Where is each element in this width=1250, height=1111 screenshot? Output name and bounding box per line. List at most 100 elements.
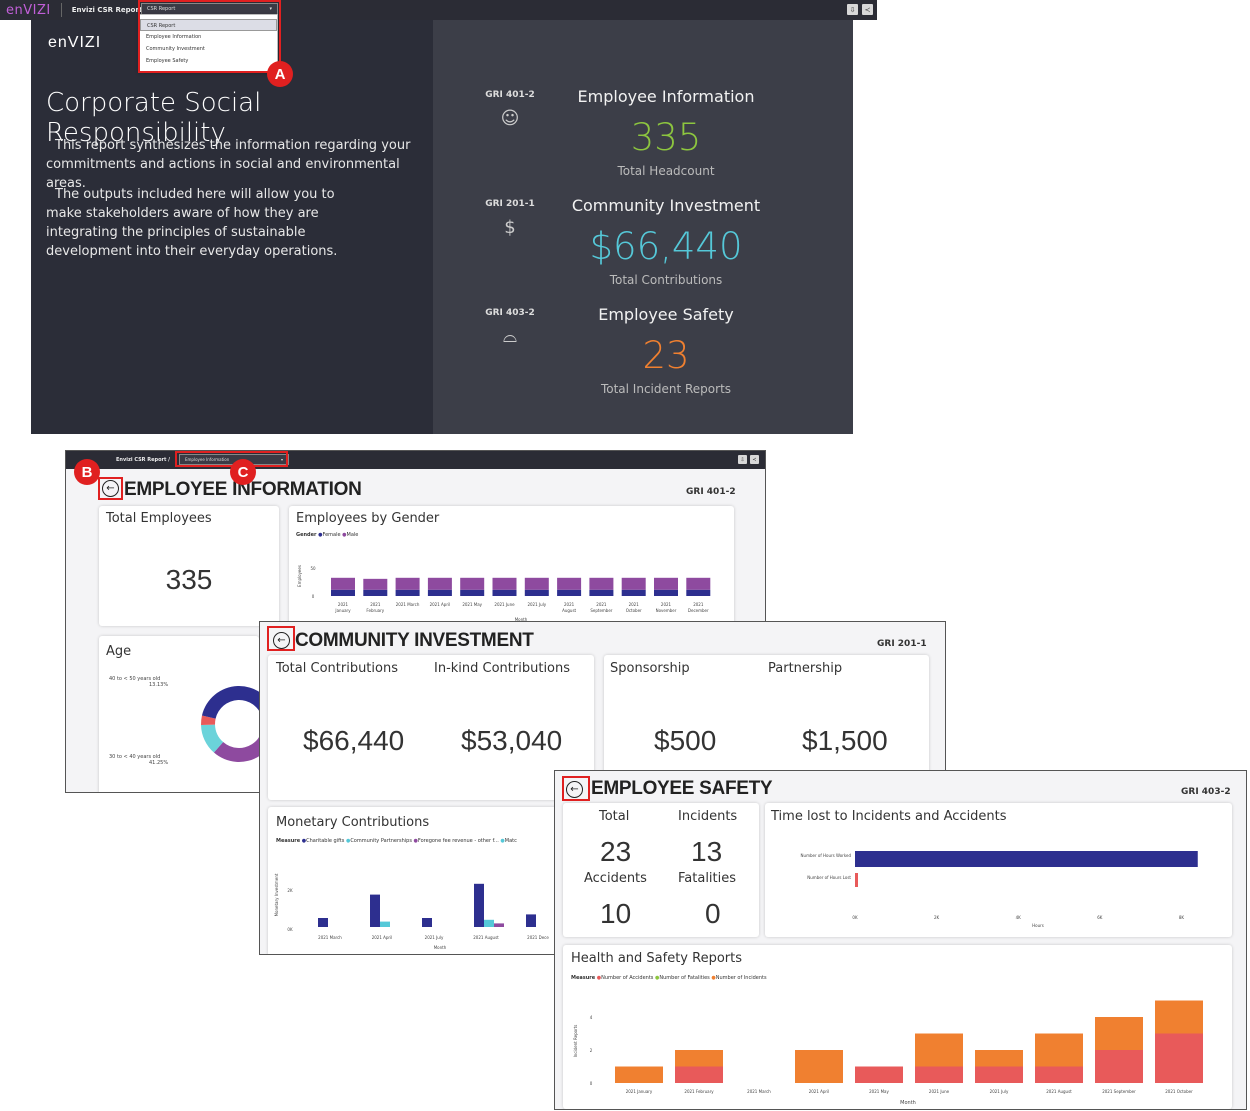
- breadcrumb[interactable]: Envizi CSR Report /: [72, 6, 148, 14]
- x-tick: December: [688, 608, 709, 613]
- mc-chart-svg: 2K 0K Monetary Investment 2021 March 2021 Ap…: [274, 873, 549, 950]
- hs-chart-title: Health and Safety Reports: [571, 951, 742, 966]
- bar-0: [318, 918, 328, 927]
- bar-female: [686, 589, 711, 596]
- total-employees-value: 335: [165, 564, 213, 595]
- bar-0: [422, 918, 432, 927]
- bar-accidents: [1035, 1066, 1083, 1083]
- bar-incidents: [1035, 1033, 1083, 1067]
- bar-1: [484, 919, 494, 927]
- y-tick: Number of Hours Lost: [807, 875, 851, 880]
- legend-title: Measure: [276, 838, 301, 844]
- monetary-contributions-card: Monetary Contributions Measure ●Charitab…: [268, 807, 568, 954]
- y-tick: 4: [590, 1015, 593, 1020]
- age-pct-text: 41.25%: [149, 760, 169, 766]
- badge-c: C: [230, 459, 256, 485]
- x-tick: 8K: [1179, 915, 1185, 920]
- kpi-title: Community Investment: [571, 196, 761, 215]
- mc-legend: Measure ●Charitable gifts ●Community Par…: [276, 838, 517, 844]
- legend-item: Foregone fee revenue - other f...: [417, 838, 499, 844]
- es-section-title: EMPLOYEE SAFETY: [591, 778, 773, 799]
- y-tick: 0: [590, 1081, 593, 1086]
- x-tick: 2021 June: [494, 602, 515, 607]
- emp-breadcrumb[interactable]: Envizi CSR Report /: [116, 457, 170, 463]
- bar-female: [654, 589, 678, 596]
- total-employees-label: Total Employees: [106, 511, 212, 526]
- mc-chart-title: Monetary Contributions: [276, 815, 430, 830]
- x-tick: 2021 March: [318, 935, 342, 940]
- hardhat-icon: ⌓: [502, 326, 518, 347]
- share-icon[interactable]: ≺: [862, 4, 873, 15]
- x-tick: February: [366, 608, 384, 613]
- x-tick: 2021: [338, 602, 349, 607]
- highlight-box-a: [138, 0, 281, 73]
- bar-female: [492, 589, 517, 596]
- divider: [60, 3, 62, 17]
- bar-accidents: [675, 1066, 723, 1083]
- x-tick: 2021: [661, 602, 672, 607]
- kpi-gri-code: GRI 201-1: [485, 199, 535, 209]
- highlight-box-e: [267, 626, 295, 651]
- export-icon[interactable]: ⇩: [847, 4, 858, 15]
- bar-male: [557, 577, 582, 590]
- accidents-label: Accidents: [584, 871, 647, 886]
- kpi-value: 335: [630, 116, 702, 159]
- share-icon[interactable]: ≺: [750, 455, 759, 464]
- x-tick: October: [626, 608, 642, 613]
- inkind-contributions-label: In-kind Contributions: [434, 661, 571, 676]
- bar-incidents: [975, 1050, 1023, 1067]
- gender-chart-title: Employees by Gender: [296, 511, 440, 526]
- legend-item: Charitable gifts: [306, 838, 345, 844]
- highlight-box-d: [562, 776, 590, 801]
- x-axis-label: Month: [900, 1100, 916, 1106]
- kpi-value: $66,440: [589, 225, 743, 268]
- fatalities-label: Fatalities: [678, 871, 737, 886]
- bar-accidents: [855, 1066, 903, 1083]
- bar-accidents: [1155, 1033, 1203, 1083]
- employee-safety-screenshot: ← EMPLOYEE SAFETY GRI 403-2 Total Incide…: [554, 770, 1247, 1110]
- x-tick: 2021 April: [372, 935, 393, 940]
- bar-incidents: [1095, 1017, 1143, 1050]
- envizi-logo: enVIZI: [6, 2, 51, 18]
- sponsorship-value: $500: [654, 725, 717, 756]
- highlight-box-b: [98, 477, 123, 500]
- time-lost-card: Time lost to Incidents and Accidents Num…: [765, 803, 1232, 937]
- x-tick: 2021: [370, 602, 381, 607]
- x-tick: 2021 February: [684, 1089, 714, 1094]
- bar-female: [331, 589, 355, 596]
- x-tick: 2021 June: [929, 1089, 950, 1094]
- bar-female: [524, 589, 549, 596]
- x-tick: November: [656, 608, 677, 613]
- employees-by-gender-card: Employees by Gender Gender ●Female ●Male…: [289, 506, 734, 626]
- gender-chart-svg: 500Employees2021January2021February2021 …: [297, 565, 711, 622]
- x-tick: 2021 January: [626, 1089, 653, 1094]
- x-tick: September: [590, 608, 612, 613]
- y-axis-label: Monetary Investment: [274, 873, 279, 916]
- x-tick: 2021 August: [1046, 1089, 1072, 1094]
- emp-top-bar: Envizi CSR Report /: [66, 451, 765, 469]
- time-lost-title: Time lost to Incidents and Accidents: [771, 809, 1007, 824]
- ci-contributions-card: Total Contributions $66,440 In-kind Cont…: [268, 655, 594, 800]
- hero-right-panel: GRI 401-2 ☺ Employee Information 335 Tot…: [433, 20, 853, 434]
- kpi-title: Employee Information: [577, 87, 755, 106]
- y-tick: 2: [590, 1048, 593, 1053]
- x-tick: 2021 Dece: [527, 935, 549, 940]
- badge-a: A: [267, 61, 293, 87]
- export-icon[interactable]: ⇩: [738, 455, 747, 464]
- bar-0: [526, 914, 536, 927]
- health-safety-card: Health and Safety Reports Measure ●Numbe…: [563, 945, 1232, 1109]
- x-tick: 2021 April: [430, 602, 451, 607]
- bar-female: [557, 589, 582, 596]
- bar-male: [686, 577, 711, 590]
- total-contributions-value: $66,440: [303, 725, 405, 756]
- people-icon: ☺: [500, 108, 520, 129]
- bar-male: [395, 577, 420, 590]
- x-tick: 6K: [1097, 915, 1103, 920]
- y-axis-label: Employees: [297, 565, 302, 587]
- inkind-contributions-value: $53,040: [461, 725, 563, 756]
- bar-female: [621, 589, 646, 596]
- x-axis-label: Month: [434, 945, 447, 950]
- count-10-value: 10: [600, 898, 632, 929]
- x-tick: January: [334, 608, 351, 613]
- total-contributions-label: Total Contributions: [276, 661, 398, 676]
